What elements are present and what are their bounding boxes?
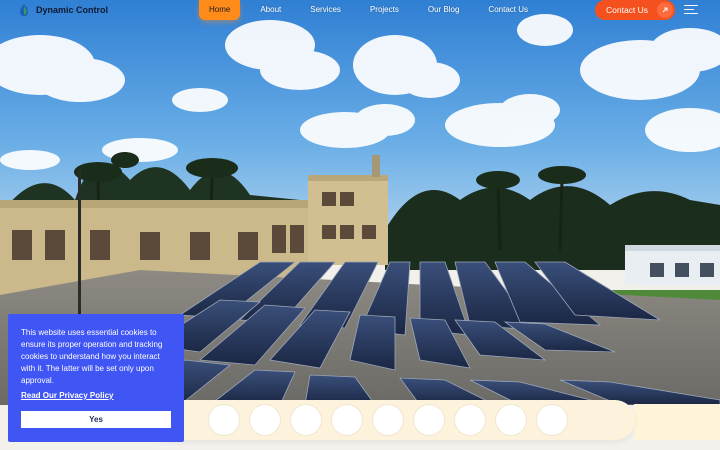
- cookie-accept-button[interactable]: Yes: [21, 411, 171, 428]
- brand-name: Dynamic Control: [36, 5, 109, 15]
- carousel-thumbnail[interactable]: [208, 404, 240, 436]
- bottom-bar-extension: [634, 404, 720, 440]
- carousel-thumbnail[interactable]: [413, 404, 445, 436]
- hamburger-menu-icon[interactable]: [684, 5, 698, 15]
- nav-item-contact-us[interactable]: Contact Us: [479, 0, 537, 20]
- cookie-consent-banner: This website uses essential cookies to e…: [8, 314, 184, 442]
- nav-item-about[interactable]: About: [251, 0, 290, 20]
- carousel-thumbnail[interactable]: [454, 404, 486, 436]
- nav-item-home[interactable]: Home: [199, 0, 241, 20]
- privacy-policy-link[interactable]: Read Our Privacy Policy: [21, 391, 171, 400]
- carousel-thumbnail[interactable]: [290, 404, 322, 436]
- carousel-thumbnail[interactable]: [372, 404, 404, 436]
- carousel-thumbnails: [208, 404, 568, 436]
- nav-item-projects[interactable]: Projects: [361, 0, 408, 20]
- nav-item-services[interactable]: Services: [301, 0, 350, 20]
- carousel-thumbnail[interactable]: [536, 404, 568, 436]
- cookie-message: This website uses essential cookies to e…: [21, 328, 163, 385]
- leaf-drop-logo-icon: [20, 4, 28, 16]
- carousel-thumbnail[interactable]: [249, 404, 281, 436]
- nav-item-our-blog[interactable]: Our Blog: [419, 0, 469, 20]
- arrow-up-right-icon: [657, 2, 673, 18]
- site-header: Dynamic Control Home About Services Proj…: [0, 0, 720, 22]
- main-nav: Home About Services Projects Our Blog Co…: [199, 0, 548, 20]
- contact-us-button-label: Contact Us: [606, 5, 649, 15]
- carousel-thumbnail[interactable]: [495, 404, 527, 436]
- carousel-thumbnail[interactable]: [331, 404, 363, 436]
- contact-us-button[interactable]: Contact Us: [595, 0, 675, 20]
- brand-logo[interactable]: Dynamic Control: [18, 3, 108, 17]
